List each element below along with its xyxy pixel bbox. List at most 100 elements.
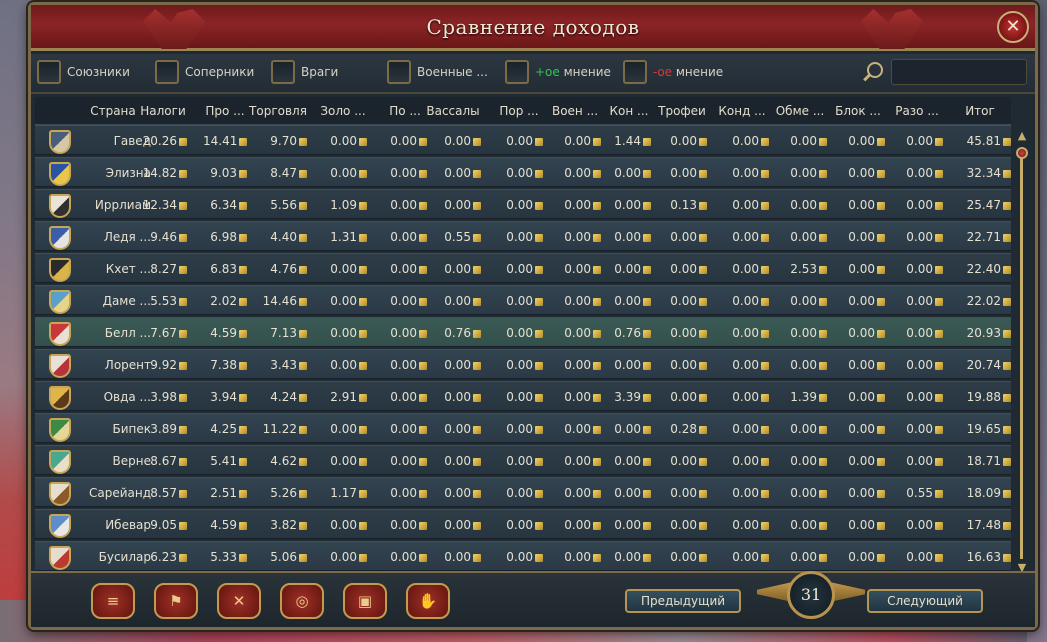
gold-coin-icon	[473, 394, 481, 402]
column-header[interactable]: Трофеи	[657, 104, 707, 118]
column-header[interactable]: Налоги	[139, 104, 187, 118]
filter-allies-checkbox[interactable]	[37, 60, 61, 84]
table-row[interactable]: Белл ... 7.67 4.59 7.13 0.00 0.00 0.76 0.00 0.00…	[35, 317, 1011, 347]
column-header[interactable]: Обме ...	[773, 104, 827, 118]
country-shield-icon[interactable]	[49, 162, 71, 186]
income-cell: 0.00	[319, 326, 367, 340]
country-shield-icon[interactable]	[49, 482, 71, 506]
income-cell: 0.00	[495, 422, 543, 436]
crossed-swords-button[interactable]: ✕	[217, 583, 261, 619]
country-shield-icon[interactable]	[49, 194, 71, 218]
income-value: 0.00	[444, 134, 471, 148]
table-row[interactable]: Овда ... 3.98 3.94 4.24 2.91 0.00 0.00 0.00 0.00…	[35, 381, 1011, 411]
table-row[interactable]: Кхет ... 8.27 6.83 4.76 0.00 0.00 0.00 0.00 0.00…	[35, 253, 1011, 283]
income-cell: 0.00	[891, 262, 943, 276]
income-value: 0.00	[906, 294, 933, 308]
column-header[interactable]: Конд ...	[715, 104, 769, 118]
filter-rivals-checkbox[interactable]	[155, 60, 179, 84]
income-value: 0.00	[614, 198, 641, 212]
column-header[interactable]: Страна	[85, 104, 141, 118]
country-shield-icon[interactable]	[49, 130, 71, 154]
flag-button[interactable]: ⚑	[154, 583, 198, 619]
gold-coin-icon	[359, 458, 367, 466]
income-cell: 0.00	[319, 422, 367, 436]
column-header[interactable]: Про ...	[203, 104, 247, 118]
country-shield-icon[interactable]	[49, 290, 71, 314]
gold-coin-icon	[819, 554, 827, 562]
treasure-chest-button[interactable]: ▣	[343, 583, 387, 619]
table-row[interactable]: Сарейанд 8.57 2.51 5.26 1.17 0.00 0.00 0.00 0.00…	[35, 477, 1011, 507]
column-header[interactable]: Вассалы	[425, 104, 481, 118]
close-button[interactable]: ✕	[997, 11, 1029, 43]
gold-coin-icon	[761, 554, 769, 562]
income-cell: 9.70	[249, 134, 307, 148]
table-row[interactable]: Ледя ... 9.46 6.98 4.40 1.31 0.00 0.55 0.00 0.00…	[35, 221, 1011, 251]
scroll-button[interactable]: ≡	[91, 583, 135, 619]
income-cell: 20.26	[139, 134, 187, 148]
column-header[interactable]: Блок ...	[831, 104, 885, 118]
column-header[interactable]: Пор ...	[495, 104, 543, 118]
table-row[interactable]: Даме ... 5.53 2.02 14.46 0.00 0.00 0.00 0.00 0.0…	[35, 285, 1011, 315]
income-cell: 14.41	[203, 134, 248, 148]
column-header[interactable]: Воен ...	[549, 104, 601, 118]
scrollbar[interactable]: ▲ ▼	[1013, 125, 1031, 581]
gold-coin-icon	[179, 490, 187, 498]
income-cell: 0.00	[383, 326, 427, 340]
country-shield-icon[interactable]	[49, 226, 71, 250]
gold-coin-icon	[359, 330, 367, 338]
table-row[interactable]: Элизна 14.82 9.03 8.47 0.00 0.00 0.00 0.00 0.00 0…	[35, 157, 1011, 187]
income-cell: 0.00	[831, 454, 885, 468]
income-cell: 2.02	[203, 294, 247, 308]
column-header[interactable]: Разо ...	[891, 104, 943, 118]
gold-coins-button[interactable]: ◎	[280, 583, 324, 619]
scroll-up-arrow-icon[interactable]: ▲	[1015, 129, 1029, 143]
income-cell: 0.00	[657, 390, 707, 404]
gold-coin-icon	[761, 170, 769, 178]
table-row[interactable]: Бусилар 6.23 5.33 5.06 0.00 0.00 0.00 0.00 0.00 0…	[35, 541, 1011, 571]
table-row[interactable]: Гавед 20.26 14.41 9.70 0.00 0.00 0.00 0.00 0.00 1…	[35, 125, 1011, 155]
country-shield-icon[interactable]	[49, 546, 71, 570]
income-cell: 0.00	[383, 198, 427, 212]
country-shield-icon[interactable]	[49, 418, 71, 442]
income-cell: 9.03	[203, 166, 247, 180]
gold-coin-icon	[819, 298, 827, 306]
table-row[interactable]: Верне 8.67 5.41 4.62 0.00 0.00 0.00 0.00 0.00 0.0…	[35, 445, 1011, 475]
income-cell: 0.00	[319, 358, 367, 372]
table-row[interactable]: Лорент 9.92 7.38 3.43 0.00 0.00 0.00 0.00 0.00 0.…	[35, 349, 1011, 379]
search-input[interactable]	[891, 59, 1027, 85]
filter-positive-opinion-checkbox[interactable]	[505, 60, 529, 84]
column-header[interactable]: Кон ...	[607, 104, 651, 118]
previous-button[interactable]: Предыдущий	[625, 589, 741, 613]
country-shield-icon[interactable]	[49, 514, 71, 538]
income-cell: 0.00	[319, 454, 367, 468]
column-header[interactable]: Золо ...	[319, 104, 367, 118]
column-header[interactable]: По ...	[383, 104, 427, 118]
income-value: 4.62	[270, 454, 297, 468]
table-row[interactable]: Ибевар 9.05 4.59 3.82 0.00 0.00 0.00 0.00 0.00 0.…	[35, 509, 1011, 539]
income-cell: 1.17	[319, 486, 367, 500]
gold-coin-icon	[935, 234, 943, 242]
column-header[interactable]: Торговля	[249, 104, 307, 118]
gold-coin-icon	[593, 298, 601, 306]
country-shield-icon[interactable]	[49, 386, 71, 410]
search-icon[interactable]	[867, 62, 883, 78]
country-shield-icon[interactable]	[49, 450, 71, 474]
country-shield-icon[interactable]	[49, 322, 71, 346]
country-shield-icon[interactable]	[49, 258, 71, 282]
table-row[interactable]: Бипек 3.89 4.25 11.22 0.00 0.00 0.00 0.00 0.00 0.…	[35, 413, 1011, 443]
gold-coin-icon	[299, 266, 307, 274]
next-button[interactable]: Следующий	[867, 589, 983, 613]
gold-coin-icon	[299, 522, 307, 530]
filter-military-checkbox[interactable]	[387, 60, 411, 84]
table-row[interactable]: Иррлиам 12.34 6.34 5.56 1.09 0.00 0.00 0.00 0.00…	[35, 189, 1011, 219]
filter-negative-opinion-checkbox[interactable]	[623, 60, 647, 84]
gold-coin-icon	[819, 170, 827, 178]
income-cell: 8.67	[139, 454, 187, 468]
handshake-button[interactable]: ✋	[406, 583, 450, 619]
column-header[interactable]: Итог	[949, 104, 1011, 118]
scroll-track[interactable]	[1020, 151, 1023, 559]
filter-enemies-checkbox[interactable]	[271, 60, 295, 84]
scroll-thumb[interactable]	[1016, 147, 1028, 159]
country-shield-icon[interactable]	[49, 354, 71, 378]
income-value: 18.09	[966, 486, 1001, 500]
